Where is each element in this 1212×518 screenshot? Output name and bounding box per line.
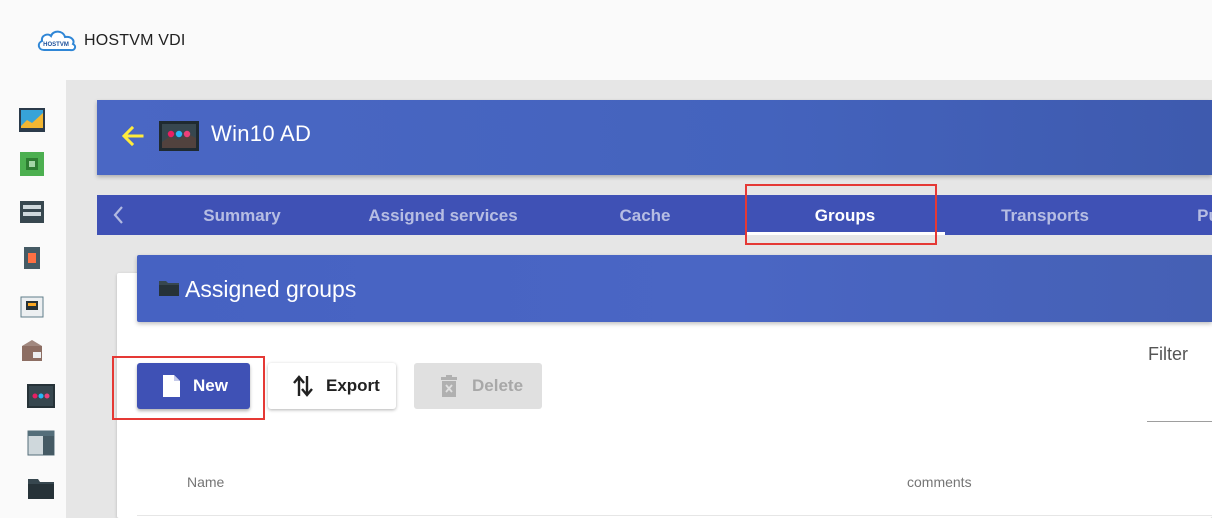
tab-assigned-services[interactable]: Assigned services — [343, 195, 543, 235]
new-button[interactable]: New — [137, 363, 250, 409]
import-export-icon — [293, 375, 313, 397]
tab-cache[interactable]: Cache — [545, 195, 745, 235]
trash-icon — [441, 375, 457, 397]
export-button[interactable]: Export — [268, 363, 396, 409]
active-tab-indicator — [745, 232, 945, 235]
new-button-label: New — [193, 376, 228, 395]
column-header-comments[interactable]: comments — [907, 474, 972, 490]
top-bar: HOSTVM HOSTVM VDI — [0, 0, 1212, 80]
dashboard-icon[interactable] — [17, 106, 47, 134]
logo-text: HOSTVM — [43, 42, 69, 48]
delete-button[interactable]: Delete — [414, 363, 542, 409]
back-arrow-icon[interactable] — [120, 123, 146, 149]
hostvm-cloud-logo-icon: HOSTVM — [37, 30, 77, 52]
folder-icon — [159, 281, 179, 296]
service-pool-icon — [159, 121, 199, 151]
tab-publications[interactable]: Pu — [1108, 195, 1212, 235]
page-title: Win10 AD — [211, 121, 312, 146]
filter-label: Filter — [1148, 344, 1188, 364]
brand[interactable]: HOSTVM HOSTVM VDI — [36, 28, 186, 54]
servers-icon[interactable] — [17, 198, 47, 226]
new-file-icon — [163, 375, 180, 397]
meta-pool-icon[interactable] — [26, 429, 56, 457]
tab-summary[interactable]: Summary — [142, 195, 342, 235]
connectivity-icon[interactable] — [17, 292, 47, 320]
sidebar — [0, 80, 66, 518]
tab-strip: Summary Assigned services Cache Groups T… — [97, 195, 1212, 235]
authenticators-icon[interactable] — [17, 244, 47, 272]
tab-groups[interactable]: Groups — [745, 195, 945, 235]
groups-icon[interactable] — [26, 474, 56, 502]
table-divider — [137, 515, 1212, 516]
services-icon[interactable] — [17, 150, 47, 178]
panel-title: Assigned groups — [185, 276, 357, 302]
service-pool-icon[interactable] — [26, 382, 56, 410]
export-button-label: Export — [326, 376, 380, 395]
pools-icon[interactable] — [17, 336, 47, 364]
delete-button-label: Delete — [472, 376, 524, 395]
app-title: HOSTVM VDI — [84, 32, 186, 49]
column-header-name[interactable]: Name — [187, 474, 224, 490]
filter-input[interactable] — [1147, 388, 1212, 422]
